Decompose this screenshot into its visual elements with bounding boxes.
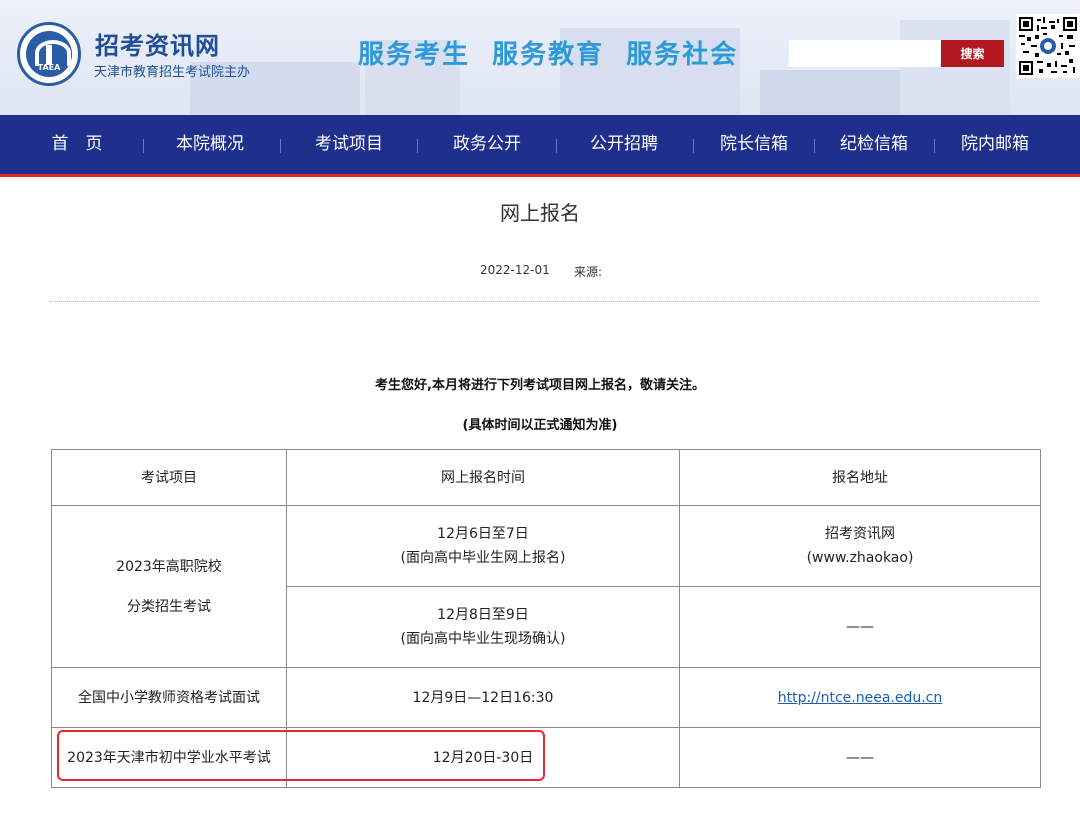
registration-time: 12月9日—12日16:30 bbox=[286, 667, 680, 728]
intro-text: 考生您好,本月将进行下列考试项目网上报名，敬请关注。 bbox=[375, 378, 705, 393]
registration-time-note: (面向高中毕业生网上报名) bbox=[400, 550, 566, 566]
registration-address: —— bbox=[679, 586, 1041, 668]
table-header-row: 考试项目 网上报名时间 报名地址 bbox=[51, 449, 1041, 506]
nav-separator bbox=[814, 139, 815, 153]
exam-project-name: 2023年天津市初中学业水平考试 bbox=[51, 727, 287, 788]
exam-schedule-table: 考试项目 网上报名时间 报名地址 2023年高职院校 分类招生考试 12月6日至… bbox=[51, 449, 1041, 788]
qr-code-icon bbox=[1016, 14, 1080, 78]
nav-separator bbox=[693, 139, 694, 153]
exam-project-name: 全国中小学教师资格考试面试 bbox=[51, 667, 287, 728]
nav-item-home[interactable]: 首 页 bbox=[22, 115, 132, 174]
registration-address-cell: http://ntce.neea.edu.cn bbox=[679, 667, 1041, 728]
nav-item-exams[interactable]: 考试项目 bbox=[294, 115, 404, 174]
table-header: 报名地址 bbox=[679, 449, 1041, 506]
site-subtitle: 天津市教育招生考试院主办 bbox=[94, 65, 251, 80]
nav-item-internal-mail[interactable]: 院内邮箱 bbox=[940, 115, 1050, 174]
exam-project-name: 分类招生考试 bbox=[127, 598, 211, 615]
site-header: TAEA 招考资讯网 天津市教育招生考试院主办 服务考生 服务教育 服务社会 搜… bbox=[0, 0, 1080, 115]
background-building bbox=[900, 20, 1010, 115]
background-building bbox=[760, 70, 910, 115]
table-header: 网上报名时间 bbox=[286, 449, 680, 506]
registration-time: 12月8日至9日 bbox=[437, 607, 529, 623]
table-header: 考试项目 bbox=[51, 449, 287, 506]
nav-item-discipline-mailbox[interactable]: 纪检信箱 bbox=[819, 115, 929, 174]
site-name[interactable]: 招考资讯网 bbox=[95, 26, 220, 61]
nav-item-about[interactable]: 本院概况 bbox=[155, 115, 265, 174]
search-input[interactable] bbox=[789, 40, 941, 67]
registration-time-note: (面向高中毕业生现场确认) bbox=[400, 631, 566, 647]
table-row: 2023年天津市初中学业水平考试 12月20日-30日 —— bbox=[51, 727, 1041, 788]
logo-text: TAEA bbox=[37, 63, 61, 72]
nav-separator bbox=[417, 139, 418, 153]
exam-project-name: 2023年高职院校 bbox=[116, 558, 222, 575]
divider bbox=[50, 301, 1040, 302]
registration-time-cell: 12月8日至9日 (面向高中毕业生现场确认) bbox=[286, 586, 680, 668]
nav-separator bbox=[934, 139, 935, 153]
table-row: 全国中小学教师资格考试面试 12月9日—12日16:30 http://ntce… bbox=[51, 667, 1041, 728]
exam-project-cell: 2023年高职院校 分类招生考试 bbox=[51, 505, 287, 668]
nav-item-affairs[interactable]: 政务公开 bbox=[432, 115, 542, 174]
registration-address-url: (www.zhaokao) bbox=[806, 550, 914, 566]
site-logo[interactable]: TAEA bbox=[17, 22, 81, 86]
slogan: 服务考生 服务教育 服务社会 bbox=[358, 40, 739, 70]
registration-time: 12月6日至7日 bbox=[437, 526, 529, 542]
registration-address: 招考资讯网 bbox=[825, 526, 895, 542]
registration-link[interactable]: http://ntce.neea.edu.cn bbox=[778, 690, 943, 706]
nav-separator bbox=[143, 139, 144, 153]
article-date: 2022-12-01 bbox=[480, 263, 550, 277]
nav-item-recruitment[interactable]: 公开招聘 bbox=[569, 115, 679, 174]
registration-address-cell: 招考资讯网 (www.zhaokao) bbox=[679, 505, 1041, 587]
nav-item-president-mailbox[interactable]: 院长信箱 bbox=[699, 115, 809, 174]
article-source-label: 来源: bbox=[574, 265, 603, 279]
nav-separator bbox=[556, 139, 557, 153]
registration-address: —— bbox=[679, 727, 1041, 788]
registration-time-cell: 12月6日至7日 (面向高中毕业生网上报名) bbox=[286, 505, 680, 587]
table-row: 2023年高职院校 分类招生考试 12月6日至7日 (面向高中毕业生网上报名) … bbox=[51, 505, 1041, 668]
main-nav: 首 页 本院概况 考试项目 政务公开 公开招聘 院长信箱 纪检信箱 院内邮箱 bbox=[0, 115, 1080, 177]
search-button[interactable]: 搜索 bbox=[941, 40, 1004, 67]
intro-note: (具体时间以正式通知为准) bbox=[462, 418, 618, 433]
registration-time: 12月20日-30日 bbox=[286, 727, 680, 788]
article-title: 网上报名 bbox=[500, 201, 580, 225]
page: TAEA 招考资讯网 天津市教育招生考试院主办 服务考生 服务教育 服务社会 搜… bbox=[0, 0, 1080, 834]
nav-separator bbox=[280, 139, 281, 153]
